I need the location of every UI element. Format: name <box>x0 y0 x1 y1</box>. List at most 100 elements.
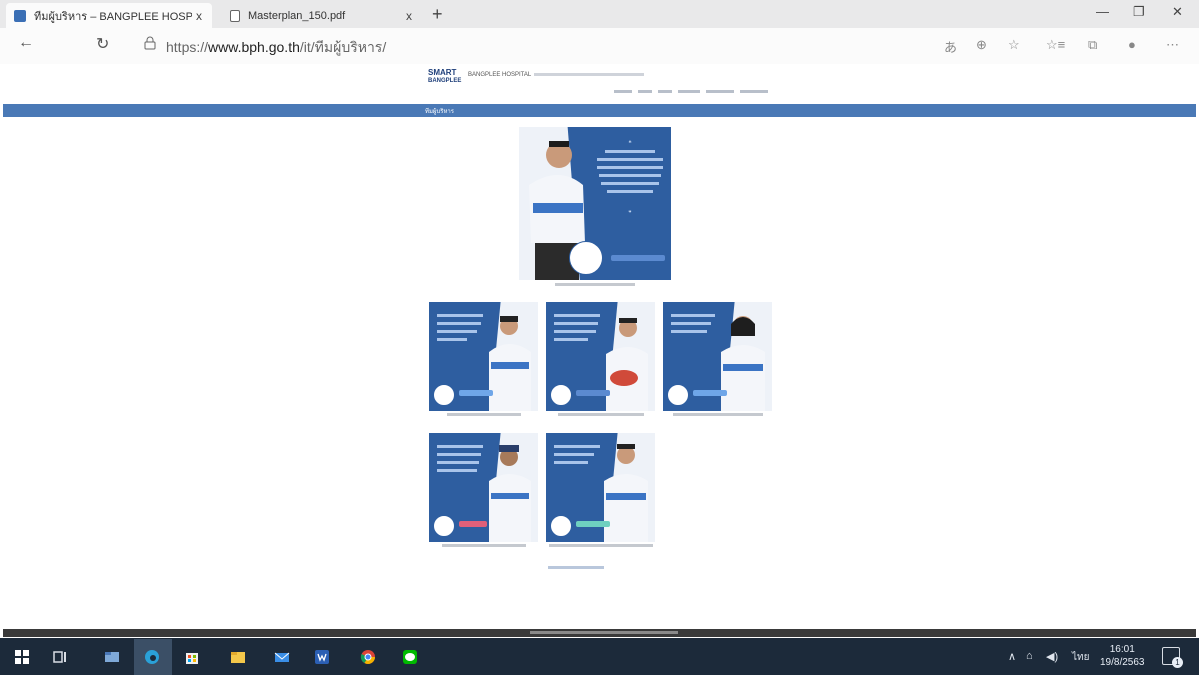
windows-icon[interactable] <box>14 649 30 665</box>
logo-line2: BANGPLEE <box>428 78 462 84</box>
quote-text <box>671 314 715 333</box>
person-photo <box>489 316 531 411</box>
lock-icon <box>144 36 156 50</box>
folder-icon[interactable] <box>230 649 246 665</box>
url-path: /it/ทีมผู้บริหาร/ <box>299 39 387 55</box>
quote-text <box>554 314 600 341</box>
executive-card-director[interactable]: ❝ ❞ <box>519 127 671 280</box>
executive-card-4[interactable] <box>429 433 538 542</box>
edge-icon[interactable] <box>144 649 160 665</box>
tab-close-button[interactable]: x <box>192 9 206 23</box>
caption-text <box>441 544 526 547</box>
url-field[interactable]: https://www.bph.go.th/it/ทีมผู้บริหาร/ <box>166 37 386 59</box>
top-navigation <box>614 89 770 95</box>
smart-bangplee-badge <box>550 515 572 537</box>
tab-close-button[interactable]: x <box>402 9 416 23</box>
site-favicon-icon <box>14 9 26 22</box>
caption-text <box>672 413 763 416</box>
taskbar-clock[interactable]: 16:01 19/8/2563 <box>1100 643 1145 669</box>
tab-title: Masterplan_150.pdf <box>248 9 346 22</box>
caption-director <box>519 282 671 289</box>
name-plate <box>576 390 610 396</box>
hospital-name: BANGPLEE HOSPITAL <box>468 72 532 78</box>
store-icon[interactable] <box>184 649 200 665</box>
caption-text <box>446 413 521 416</box>
favorite-star-icon[interactable]: ☆ <box>1008 37 1020 53</box>
refresh-button[interactable]: ↻ <box>96 34 109 54</box>
line-icon[interactable] <box>402 649 418 665</box>
menubar-label: ทีมผู้บริหาร <box>425 109 455 115</box>
back-button[interactable]: ← <box>18 34 34 52</box>
quote-block: ❝ ❞ <box>593 141 667 218</box>
site-footer <box>3 629 1196 637</box>
top-nav-links[interactable] <box>614 89 770 95</box>
executive-card-3[interactable] <box>663 302 772 411</box>
clock-time: 16:01 <box>1109 644 1135 655</box>
name-plate <box>576 521 610 527</box>
smart-bangplee-badge <box>550 384 572 406</box>
read-aloud-icon[interactable]: あ <box>944 37 957 56</box>
quote-close-mark: ❞ <box>628 211 632 217</box>
tab-title: ทีมผู้บริหาร – BANGPLEE HOSPITA <box>34 10 192 23</box>
copyright-blur <box>530 631 678 634</box>
collections-icon[interactable]: ⧉ <box>1088 37 1097 53</box>
network-icon[interactable]: ⌂ <box>1026 650 1033 662</box>
task-view-icon[interactable] <box>52 649 68 665</box>
more-menu-icon[interactable]: ⋯ <box>1166 37 1179 53</box>
smart-bangplee-badge <box>433 384 455 406</box>
caption-3 <box>663 412 772 419</box>
name-plate <box>459 521 487 527</box>
caption-4 <box>429 543 538 550</box>
smart-bangplee-badge <box>667 384 689 406</box>
mail-icon[interactable] <box>274 649 290 665</box>
more-link[interactable] <box>548 565 604 572</box>
person-photo <box>489 445 531 542</box>
smart-bangplee-badge <box>569 241 603 275</box>
quote-open-mark: ❝ <box>628 141 632 147</box>
caption-1 <box>429 412 538 419</box>
notification-center-icon[interactable]: 1 <box>1162 647 1183 668</box>
close-window-button[interactable]: ✕ <box>1172 4 1183 20</box>
restore-button[interactable]: ❐ <box>1133 4 1145 20</box>
quote-text <box>554 445 600 464</box>
caption-2 <box>546 412 655 419</box>
tab-masterplan-pdf[interactable]: Masterplan_150.pdf x <box>222 3 422 28</box>
tab-executive-team[interactable]: ทีมผู้บริหาร – BANGPLEE HOSPITA x <box>6 3 212 28</box>
word-icon[interactable] <box>314 649 330 665</box>
favorites-list-icon[interactable]: ☆≡ <box>1046 37 1065 53</box>
name-plate <box>611 255 665 261</box>
new-tab-button[interactable]: + <box>432 4 443 25</box>
document-icon <box>230 9 240 22</box>
smart-bangplee-badge <box>433 515 455 537</box>
site-logo[interactable]: SMART BANGPLEE <box>428 69 461 85</box>
executive-card-5[interactable] <box>546 433 655 542</box>
executive-card-2[interactable] <box>546 302 655 411</box>
url-domain: www.bph.go.th <box>208 39 300 55</box>
caption-text <box>548 544 653 547</box>
executive-card-1[interactable] <box>429 302 538 411</box>
profile-icon[interactable]: ● <box>1128 37 1136 52</box>
chrome-icon[interactable] <box>360 649 376 665</box>
notification-count-badge: 1 <box>1172 657 1183 668</box>
volume-icon[interactable]: ◀) <box>1046 650 1058 663</box>
caption-5 <box>546 543 655 550</box>
address-bar-row: ← ↻ https://www.bph.go.th/it/ทีมผู้บริหา… <box>0 28 1199 64</box>
screen: ทีมผู้บริหาร – BANGPLEE HOSPITA x Master… <box>0 0 1199 675</box>
caption-text <box>557 413 644 416</box>
person-photo <box>606 318 648 411</box>
more-link-text <box>548 566 604 569</box>
explorer-icon[interactable] <box>104 649 120 665</box>
site-tagline <box>534 72 644 79</box>
person-photo <box>721 316 765 411</box>
input-language-indicator[interactable]: ไทย <box>1072 650 1089 665</box>
quote-text <box>437 445 483 472</box>
copyright-text <box>530 630 678 637</box>
minimize-button[interactable]: — <box>1096 4 1109 19</box>
tagline-blur <box>534 73 644 76</box>
name-plate <box>693 390 727 396</box>
zoom-icon[interactable]: ⊕ <box>976 37 987 53</box>
quote-text <box>437 314 483 341</box>
tray-chevron-icon[interactable]: ∧ <box>1008 650 1016 663</box>
browser-tab-bar: ทีมผู้บริหาร – BANGPLEE HOSPITA x Master… <box>0 0 1199 28</box>
windows-taskbar <box>0 638 1199 675</box>
